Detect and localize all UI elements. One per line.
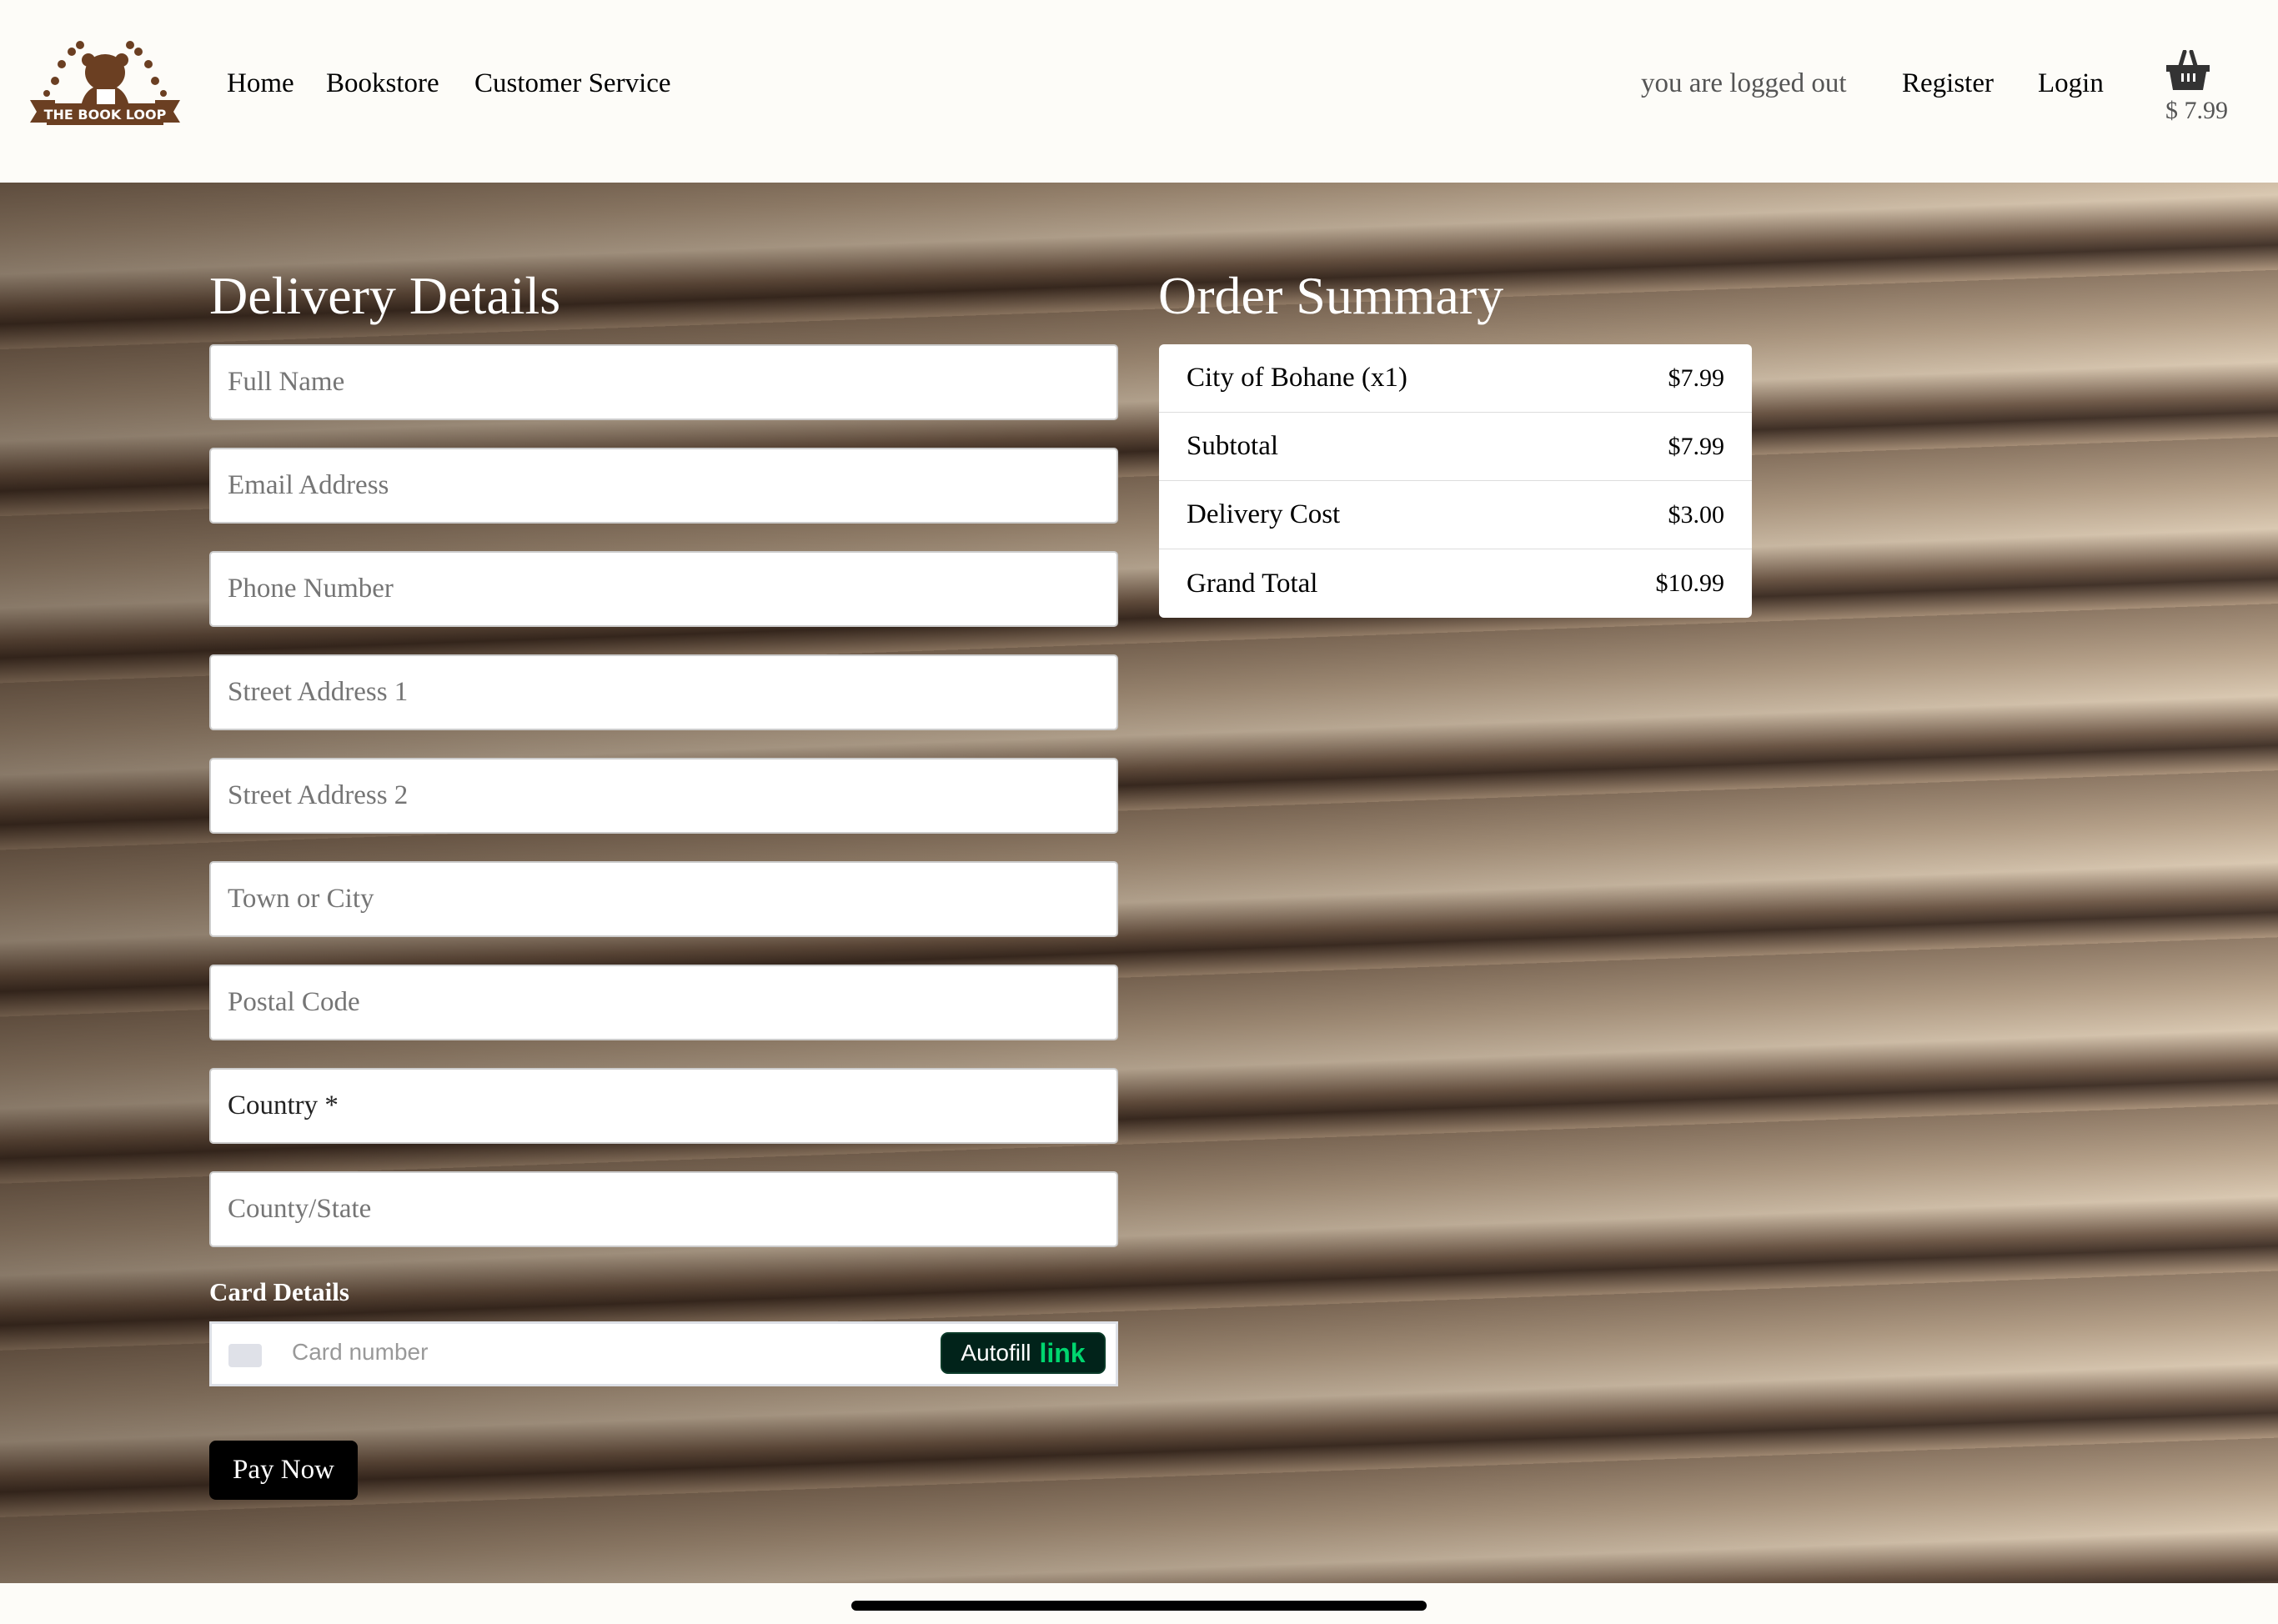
phone-input[interactable] (209, 551, 1118, 627)
nav-home[interactable]: Home (227, 68, 294, 99)
summary-row-subtotal: Subtotal $7.99 (1159, 413, 1752, 481)
row-value: $10.99 (1655, 569, 1725, 597)
login-status: you are logged out (1641, 68, 1847, 98)
autofill-label: Autofill (961, 1340, 1031, 1366)
order-summary-title: Order Summary (1158, 266, 1504, 325)
delivery-details-title: Delivery Details (209, 266, 561, 325)
link-logo: link (1039, 1337, 1086, 1368)
row-label: Grand Total (1187, 568, 1318, 599)
autofill-link-button[interactable]: Autofill link (941, 1332, 1106, 1374)
card-details-label: Card Details (209, 1277, 349, 1306)
row-value: $7.99 (1668, 432, 1725, 460)
street-address-2-input[interactable] (209, 758, 1118, 834)
row-label: Delivery Cost (1187, 499, 1341, 529)
country-select[interactable]: Country * (209, 1068, 1118, 1144)
login-link[interactable]: Login (2038, 68, 2104, 99)
row-label: City of Bohane (x1) (1187, 363, 1407, 393)
cart-total[interactable]: $ 7.99 (2165, 97, 2228, 125)
row-label: Subtotal (1187, 431, 1279, 461)
register-link[interactable]: Register (1902, 68, 1994, 99)
home-indicator (851, 1601, 1427, 1611)
row-value: $3.00 (1668, 500, 1725, 529)
nav-bookstore[interactable]: Bookstore (326, 68, 439, 99)
site-header: THE BOOK LOOP Home Bookstore Customer Se… (0, 0, 2278, 183)
full-name-input[interactable] (209, 344, 1118, 420)
svg-text:THE BOOK LOOP: THE BOOK LOOP (44, 107, 167, 123)
card-number-field[interactable]: Card number Autofill link (209, 1321, 1118, 1386)
street-address-1-input[interactable] (209, 654, 1118, 730)
order-summary-table: City of Bohane (x1) $7.99 Subtotal $7.99 D… (1159, 344, 1752, 618)
county-state-input[interactable] (209, 1171, 1118, 1247)
email-input[interactable] (209, 448, 1118, 524)
row-value: $7.99 (1668, 363, 1725, 392)
town-city-input[interactable] (209, 861, 1118, 937)
credit-card-icon (228, 1344, 262, 1367)
nav-customer-service[interactable]: Customer Service (474, 68, 671, 99)
pay-now-button[interactable]: Pay Now (209, 1441, 358, 1500)
postal-code-input[interactable] (209, 965, 1118, 1040)
basket-icon[interactable] (2165, 50, 2211, 92)
card-number-placeholder[interactable]: Card number (292, 1339, 428, 1366)
summary-row-grand-total: Grand Total $10.99 (1159, 549, 1752, 618)
summary-row-item: City of Bohane (x1) $7.99 (1159, 344, 1752, 413)
summary-row-delivery: Delivery Cost $3.00 (1159, 481, 1752, 549)
book-loop-logo[interactable]: THE BOOK LOOP (22, 35, 188, 135)
